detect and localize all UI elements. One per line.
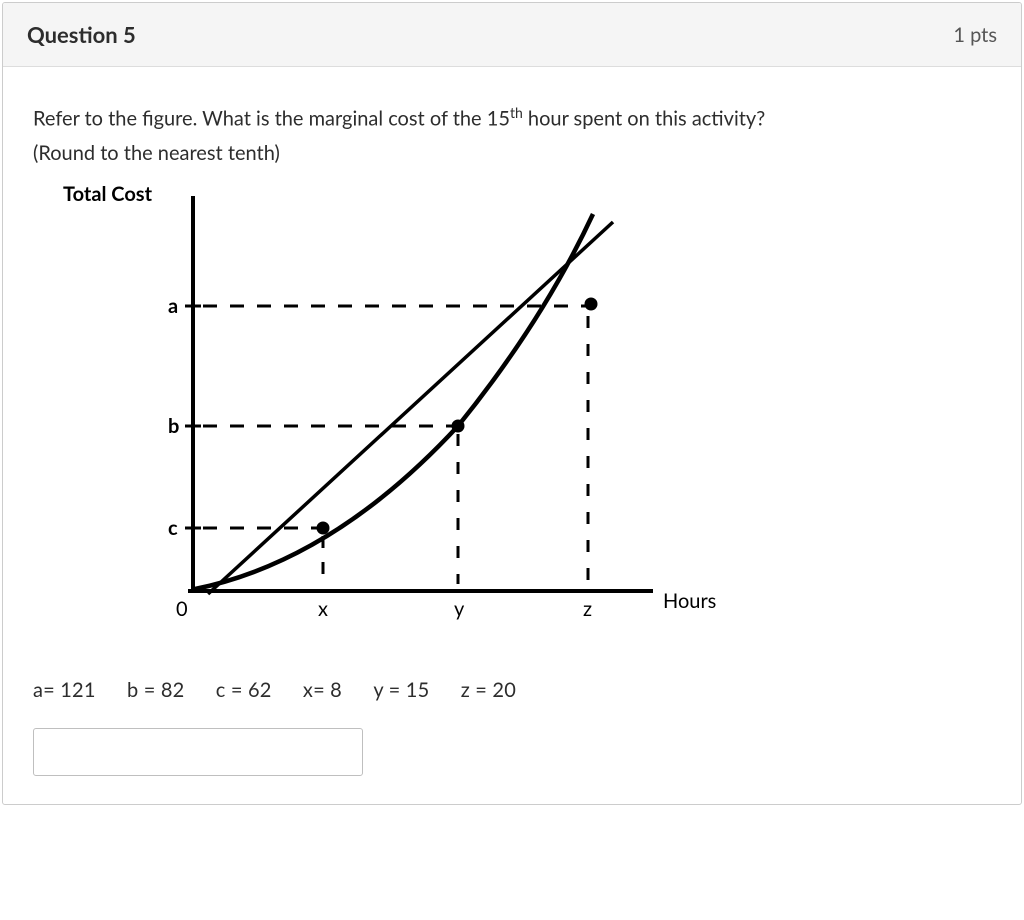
x-axis-label: Hours	[663, 589, 716, 613]
x-tick-z: z	[583, 597, 592, 621]
y-tick-a: a	[168, 294, 178, 318]
given-values: a= 121 b = 82 c = 62 x= 8 y = 15 z = 20	[33, 678, 991, 702]
question-body: Refer to the figure. What is the margina…	[3, 67, 1021, 804]
chart-figure: Total Cost Hours a b c 0	[33, 176, 991, 650]
value-c: c = 62	[216, 678, 272, 702]
question-points: 1 pts	[953, 23, 997, 47]
value-y: y = 15	[373, 678, 429, 702]
total-cost-chart-icon: Total Cost Hours a b c 0	[33, 176, 733, 646]
x-tick-x: x	[318, 597, 328, 621]
value-b: b = 82	[127, 678, 184, 702]
question-header: Question 5 1 pts	[3, 3, 1021, 67]
y-axis-label: Total Cost	[63, 182, 153, 206]
question-card: Question 5 1 pts Refer to the figure. Wh…	[2, 2, 1022, 805]
question-title: Question 5	[27, 21, 136, 48]
value-x: x= 8	[303, 678, 342, 702]
prompt-line1-post: hour spent on this activity?	[523, 107, 765, 131]
prompt-sup: th	[510, 104, 523, 121]
x-tick-y: y	[454, 597, 465, 621]
origin-label: 0	[176, 597, 188, 621]
prompt-line2: (Round to the nearest tenth)	[33, 141, 280, 165]
y-tick-c: c	[168, 516, 178, 540]
value-z: z = 20	[461, 678, 516, 702]
answer-input[interactable]	[33, 728, 363, 776]
question-prompt: Refer to the figure. What is the margina…	[33, 101, 991, 170]
y-tick-b: b	[168, 414, 179, 438]
prompt-line1-pre: Refer to the figure. What is the margina…	[33, 107, 510, 131]
value-a: a= 121	[33, 678, 96, 702]
